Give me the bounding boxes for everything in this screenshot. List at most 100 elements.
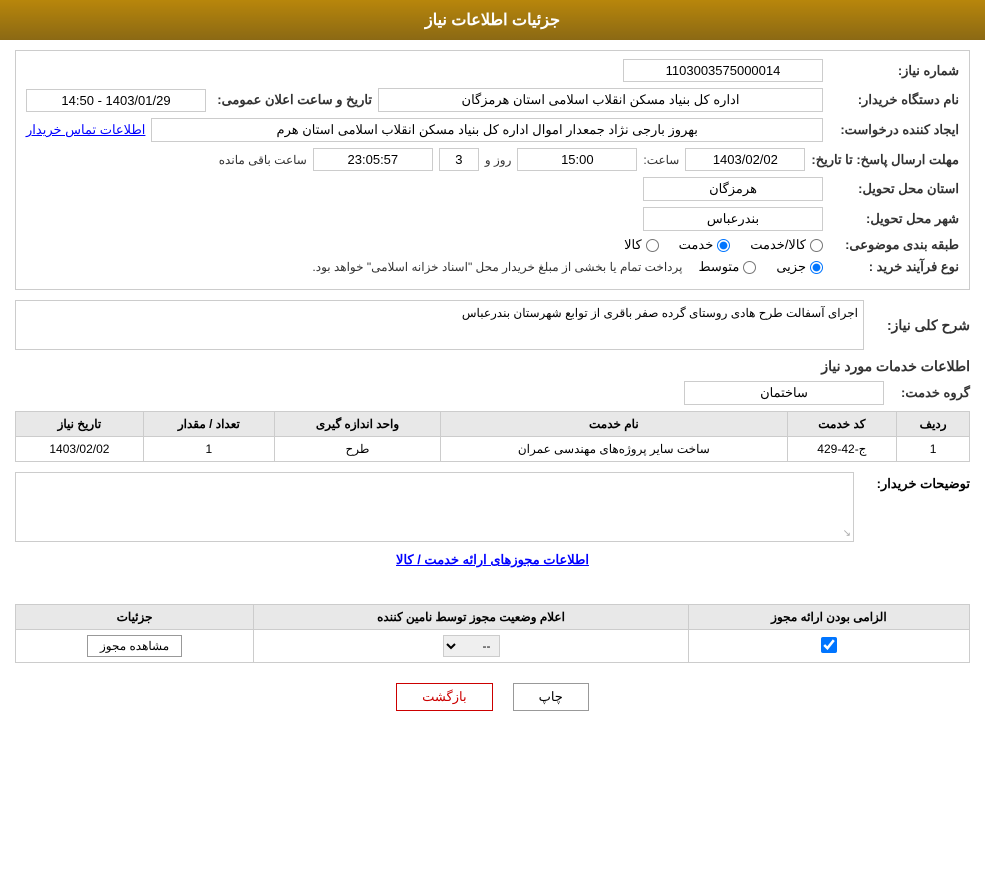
goroh-khedmat-value: ساختمان [684, 381, 884, 405]
page-title: جزئیات اطلاعات نیاز [425, 12, 560, 29]
ijad-konande-value: بهروز بارجی نژاد جمعدار اموال اداره کل ب… [151, 118, 823, 142]
lic-vazeiat-select[interactable]: -- دارم ندارم [443, 635, 500, 657]
lic-col-vazeiat: اعلام وضعیت مجوز توسط نامین کننده [254, 605, 689, 630]
noe-farayand-row: نوع فرآیند خرید : جزیی متوسط پرداخت تمام… [26, 259, 959, 275]
khadamat-tbody: 1ج-42-429ساخت سایر پروژه‌های مهندسی عمرا… [16, 437, 970, 462]
buyer-notes-label: توضیحات خریدار: [860, 472, 970, 492]
table-cell-radif: 1 [897, 437, 970, 462]
view-license-button[interactable]: مشاهده مجوز [87, 635, 182, 657]
radio-kala-label: کالا [624, 237, 642, 253]
shomare-niaz-row: شماره نیاز: 1103003575000014 [26, 59, 959, 82]
lic-joziat-cell: مشاهده مجوز [16, 630, 254, 663]
khadamat-table-container: ردیف کد خدمت نام خدمت واحد اندازه گیری ت… [15, 411, 970, 462]
buyer-notes-resize-icon: ↘ [843, 528, 851, 539]
sharh-row: شرح کلی نیاز: اجرای آسفالت طرح هادی روست… [15, 300, 970, 350]
table-row: 1ج-42-429ساخت سایر پروژه‌های مهندسی عمرا… [16, 437, 970, 462]
page-header: جزئیات اطلاعات نیاز [0, 0, 985, 40]
shahr-label: شهر محل تحویل: [829, 211, 959, 227]
ostan-row: استان محل تحویل: هرمزگان [26, 177, 959, 201]
radio-jazii: جزیی [776, 259, 823, 275]
info-section: شماره نیاز: 1103003575000014 نام دستگاه … [15, 50, 970, 290]
col-tedad: تعداد / مقدار [143, 412, 274, 437]
ijad-konande-label: ایجاد کننده درخواست: [829, 122, 959, 138]
ostan-label: استان محل تحویل: [829, 181, 959, 197]
radio-kala-khedmat: کالا/خدمت [750, 237, 823, 253]
col-kod: کد خدمت [787, 412, 897, 437]
licenses-header-row: الزامی بودن ارائه مجوز اعلام وضعیت مجوز … [16, 605, 970, 630]
radio-kala-input[interactable] [646, 239, 659, 252]
tarikh-saat-value: 1403/01/29 - 14:50 [26, 89, 206, 112]
mohlat-label: مهلت ارسال پاسخ: تا تاریخ: [811, 152, 959, 168]
radio-motavasset-label: متوسط [698, 259, 739, 275]
table-cell-tedad: 1 [143, 437, 274, 462]
mohlat-baghi-label: ساعت باقی مانده [219, 153, 307, 167]
ijad-konande-link[interactable]: اطلاعات تماس خریدار [26, 122, 145, 138]
page-container: جزئیات اطلاعات نیاز شماره نیاز: 11030035… [0, 0, 985, 875]
tabaqebandi-radio-group: کالا/خدمت خدمت کالا [624, 237, 823, 253]
radio-kala: کالا [624, 237, 659, 253]
goroh-khedmat-label: گروه خدمت: [890, 385, 970, 401]
table-row: -- دارم ندارم مشاهده مجوز [16, 630, 970, 663]
khadamat-title: اطلاعات خدمات مورد نیاز [15, 358, 970, 375]
radio-khedmat-input[interactable] [717, 239, 730, 252]
col-radif: ردیف [897, 412, 970, 437]
lic-col-joziat: جزئیات [16, 605, 254, 630]
buyer-notes-box: ↘ [15, 472, 854, 542]
back-button[interactable]: بازگشت [396, 683, 492, 711]
buyer-notes-row: توضیحات خریدار: ↘ [15, 472, 970, 542]
col-tarikh: تاریخ نیاز [16, 412, 144, 437]
noe-farayand-label: نوع فرآیند خرید : [829, 259, 959, 275]
tabaqebandi-row: طبقه بندی موضوعی: کالا/خدمت خدمت کالا [26, 237, 959, 253]
sharh-value: اجرای آسفالت طرح هادی روستای گرده صفر با… [15, 300, 864, 350]
noe-farayand-note: پرداخت تمام یا بخشی از مبلغ خریدار محل "… [312, 260, 682, 274]
radio-kala-khedmat-input[interactable] [810, 239, 823, 252]
mohlat-rooz: 3 [439, 148, 479, 171]
khadamat-table: ردیف کد خدمت نام خدمت واحد اندازه گیری ت… [15, 411, 970, 462]
col-vahed: واحد اندازه گیری [274, 412, 440, 437]
shahr-row: شهر محل تحویل: بندرعباس [26, 207, 959, 231]
goroh-khedmat-row: گروه خدمت: ساختمان [15, 381, 970, 405]
tabaqebandi-label: طبقه بندی موضوعی: [829, 237, 959, 253]
lic-vazeiat-cell: -- دارم ندارم [254, 630, 689, 663]
main-content: شماره نیاز: 1103003575000014 نام دستگاه … [0, 40, 985, 721]
table-cell-kodKhedmat: ج-42-429 [787, 437, 897, 462]
table-header-row: ردیف کد خدمت نام خدمت واحد اندازه گیری ت… [16, 412, 970, 437]
tarikh-saat-label: تاریخ و ساعت اعلان عمومی: [212, 92, 372, 108]
radio-jazii-label: جزیی [776, 259, 806, 275]
col-nam: نام خدمت [441, 412, 787, 437]
mohlat-date: 1403/02/02 [685, 148, 805, 171]
mohlat-saat: 15:00 [517, 148, 637, 171]
ijad-konande-row: ایجاد کننده درخواست: بهروز بارجی نژاد جم… [26, 118, 959, 142]
lic-col-elzami: الزامی بودن ارائه مجوز [688, 605, 969, 630]
tarikh-saat-row: نام دستگاه خریدار: اداره کل بنیاد مسکن ا… [26, 88, 959, 112]
print-button[interactable]: چاپ [513, 683, 589, 711]
radio-khedmat-label: خدمت [679, 237, 714, 253]
radio-motavasset-input[interactable] [743, 261, 756, 274]
ostan-value: هرمزگان [643, 177, 823, 201]
radio-jazii-input[interactable] [810, 261, 823, 274]
mohlat-saat-label: ساعت: [643, 153, 679, 167]
table-cell-namKhedmat: ساخت سایر پروژه‌های مهندسی عمران [441, 437, 787, 462]
shomare-niaz-label: شماره نیاز: [829, 63, 959, 79]
nam-dastgah-value: اداره کل بنیاد مسکن انقلاب اسلامی استان … [378, 88, 823, 112]
lic-elzami-cell [688, 630, 969, 663]
shahr-value: بندرعباس [643, 207, 823, 231]
table-cell-tarikh: 1403/02/02 [16, 437, 144, 462]
licenses-title[interactable]: اطلاعات مجوزهای ارائه خدمت / کالا [15, 552, 970, 568]
radio-motavasset: متوسط [698, 259, 756, 275]
mohlat-zaman: 23:05:57 [313, 148, 433, 171]
licenses-tbody: -- دارم ندارم مشاهده مجوز [16, 630, 970, 663]
sharh-label: شرح کلی نیاز: [870, 317, 970, 334]
mohlat-row: مهلت ارسال پاسخ: تا تاریخ: 1403/02/02 سا… [26, 148, 959, 171]
table-cell-vahedAndaze: طرح [274, 437, 440, 462]
lic-elzami-checkbox[interactable] [821, 637, 837, 653]
noe-farayand-radio-group: جزیی متوسط [698, 259, 823, 275]
spacer [15, 574, 970, 604]
nam-dastgah-label: نام دستگاه خریدار: [829, 92, 959, 108]
licenses-table: الزامی بودن ارائه مجوز اعلام وضعیت مجوز … [15, 604, 970, 663]
shomare-niaz-value: 1103003575000014 [623, 59, 823, 82]
mohlat-rooz-label: روز و [485, 153, 512, 167]
radio-kala-khedmat-label: کالا/خدمت [750, 237, 806, 253]
action-buttons: چاپ بازگشت [15, 683, 970, 711]
radio-khedmat: خدمت [679, 237, 731, 253]
